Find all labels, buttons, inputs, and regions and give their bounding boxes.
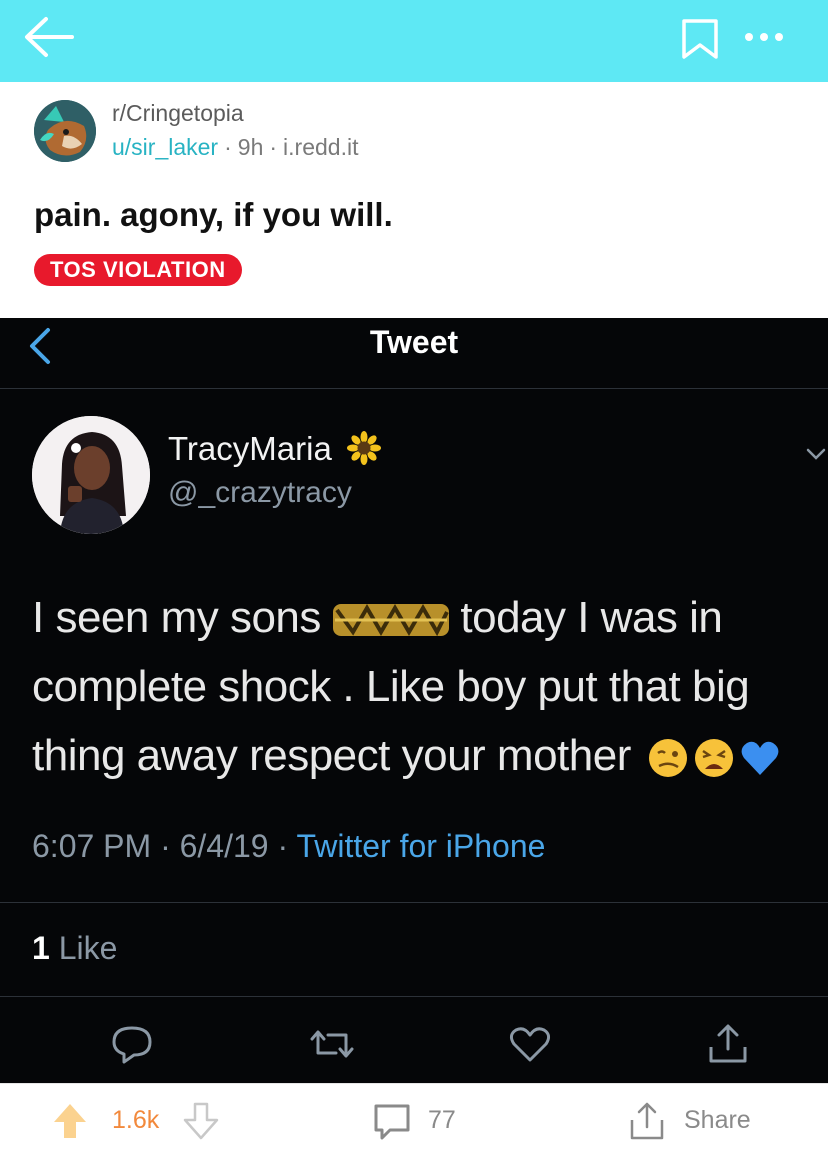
censor-scribble-icon [332,604,449,637]
woozy-face-icon [648,739,687,778]
vote-count: 1.6k [112,1106,160,1134]
post-title: pain. agony, if you will. [34,196,393,233]
downvote-icon[interactable] [183,1101,219,1141]
share-icon [709,1024,747,1063]
sunflower-icon [346,431,381,465]
comments-button[interactable]: 77 [372,1084,456,1156]
profile-photo-icon [32,416,150,534]
tired-face-icon [694,739,733,778]
share-button[interactable]: Share [628,1084,751,1156]
divider [0,388,828,389]
more-horizontal-icon[interactable] [742,22,786,52]
post-author[interactable]: u/sir_laker [112,134,218,160]
tweet-text: I seen my sons today I was in complete s… [32,583,822,790]
user-avatar[interactable] [34,100,96,162]
post-header: r/Cringetopia u/sir_laker · 9h · i.redd.it p… [0,82,828,318]
fox-avatar-icon [34,100,96,162]
comment-icon [374,1104,410,1139]
blue-heart-icon [741,742,778,776]
reply-icon [112,1026,152,1064]
bookmark-icon[interactable] [680,18,720,60]
like-count-label: Like [49,930,118,966]
tweet-author-name: TracyMaria [168,430,381,468]
tweet-author-avatar [32,416,150,534]
comment-count: 77 [428,1106,456,1134]
tweet-header-title: Tweet [369,324,459,360]
like-count-number: 1 [32,930,50,966]
post-flair: TOS VIOLATION [34,254,242,286]
arrow-left-icon[interactable] [22,14,76,60]
post-image[interactable]: Tweet TracyMaria @_crazytracy I seen my … [0,318,828,1083]
tweet-source: Twitter for iPhone [296,828,546,864]
post-meta: u/sir_laker · 9h · i.redd.it [112,134,358,161]
tweet-like-count: 1 Like [32,930,117,967]
post-age: 9h [237,134,264,160]
upvote-icon[interactable] [52,1101,88,1141]
tweet-timestamp: 6:07 PM · 6/4/19 · Twitter for iPhone [32,828,545,865]
divider [0,996,828,997]
share-label: Share [684,1106,751,1134]
tweet-text-part-1: I seen my sons [32,593,321,642]
vote-group: 1.6k [52,1084,219,1156]
tweet-author-handle: @_crazytracy [168,476,352,509]
tweet-time: 6:07 PM · 6/4/19 · [32,828,297,864]
retweet-icon [310,1030,354,1058]
separator-dot: · [224,134,232,160]
subreddit-name[interactable]: r/Cringetopia [112,100,244,127]
post-domain[interactable]: i.redd.it [283,134,358,160]
chevron-down-icon [806,448,826,460]
separator-dot: · [269,134,278,160]
top-app-bar [0,0,828,82]
divider [0,902,828,903]
tweet-author-name-text: TracyMaria [168,430,332,467]
share-icon [630,1102,664,1139]
post-action-bar: 1.6k 77 Share [0,1083,828,1156]
like-icon [509,1027,551,1062]
